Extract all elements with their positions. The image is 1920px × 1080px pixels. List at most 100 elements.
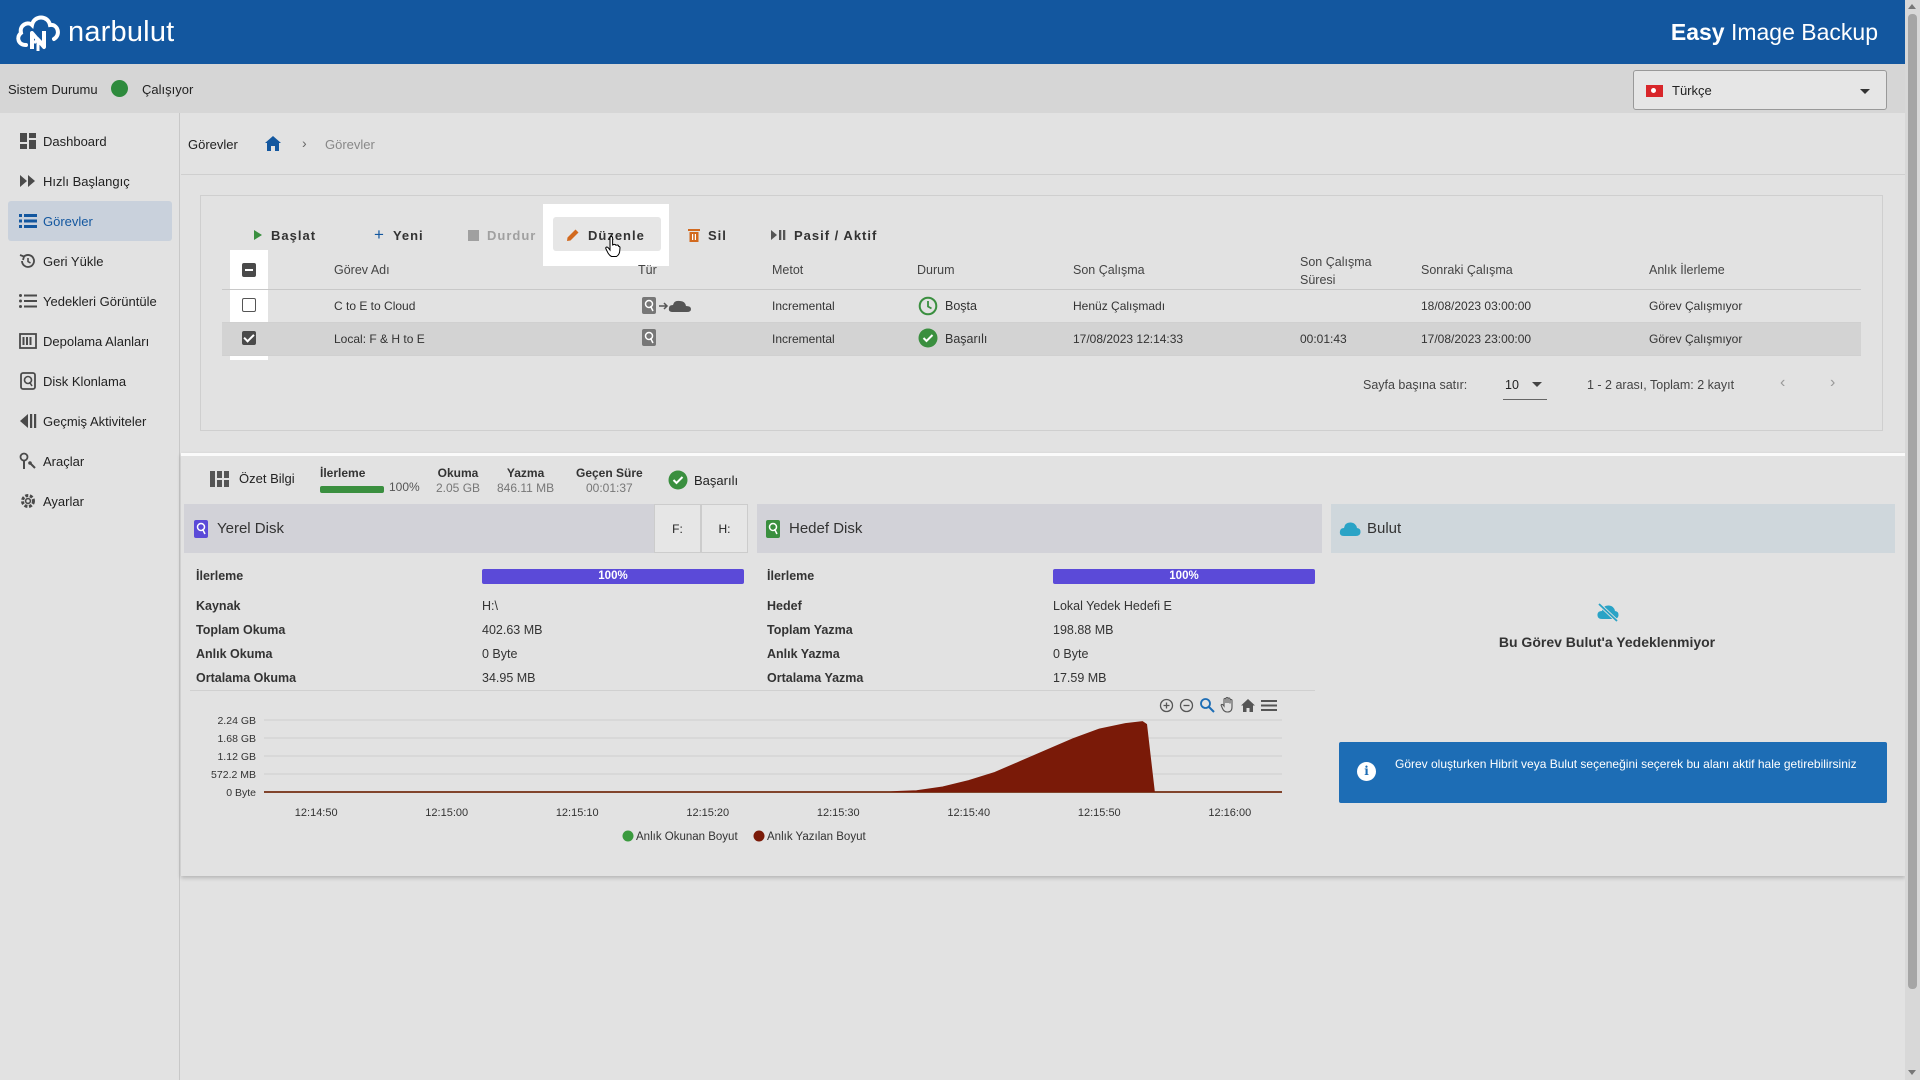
instant-read-label: Anlık Okuma — [196, 647, 273, 661]
row-checkbox[interactable] — [242, 298, 256, 312]
col-header-last-duration-line1[interactable]: Son Çalışma — [1300, 255, 1372, 269]
disk-to-cloud-type-icon — [641, 296, 695, 319]
sidebar-item-tools[interactable]: Araçlar — [8, 441, 172, 481]
info-icon: i — [1357, 762, 1376, 781]
scrollbar-thumb[interactable] — [1908, 14, 1917, 989]
prev-page-icon[interactable]: ‹ — [1780, 374, 1785, 392]
summary-read-label: Okuma — [437, 466, 479, 480]
delete-button-label: Sil — [708, 227, 727, 243]
summary-write: Yazma 846.11 MB — [497, 466, 554, 495]
chevron-down-icon[interactable] — [1532, 382, 1542, 387]
summary-read: Okuma 2.05 GB — [436, 466, 480, 495]
target-label: Hedef — [767, 599, 802, 613]
system-status-value: Çalışıyor — [142, 82, 194, 97]
cloud-not-backed-up-message: Bu Görev Bulut'a Yedeklenmiyor — [1498, 634, 1716, 650]
sidebar-item-storage[interactable]: Depolama Alanları — [8, 321, 172, 361]
rows-per-page-label: Sayfa başına satır: — [1363, 378, 1468, 392]
hand-cursor-icon — [605, 235, 621, 261]
read-write-chart: 2.24 GB 1.68 GB 1.12 GB 572.2 MB 0 Byte 12:14… — [211, 715, 1282, 843]
col-header-last-run[interactable]: Son Çalışma — [1073, 263, 1145, 277]
summary-elapsed-label: Geçen Süre — [576, 466, 643, 480]
start-button-label: Başlat — [271, 227, 317, 243]
task-status: Boşta — [945, 299, 977, 313]
col-header-status[interactable]: Durum — [917, 263, 955, 277]
y-tick-label: 1.12 GB — [217, 751, 256, 763]
next-page-icon[interactable]: › — [1830, 374, 1835, 392]
row-checkbox[interactable] — [242, 331, 256, 345]
x-tick-label: 12:14:50 — [295, 807, 338, 819]
sidebar-item-label: Disk Klonlama — [43, 373, 127, 389]
summary-elapsed: Geçen Süre 00:01:37 — [576, 466, 643, 495]
col-header-next-run[interactable]: Sonraki Çalışma — [1421, 263, 1513, 277]
page-scrollbar[interactable] — [1905, 0, 1920, 1080]
view-list-icon — [18, 291, 38, 311]
status-bar: Sistem Durumu Çalışıyor Türkçe — [0, 64, 1905, 113]
legend-label: Anlık Okunan Boyut — [636, 831, 738, 843]
drive-tab-h[interactable]: H: — [701, 504, 748, 553]
write-series-area — [264, 721, 1282, 793]
col-header-method[interactable]: Metot — [772, 263, 803, 277]
sidebar-item-view-backups[interactable]: Yedekleri Görüntüle — [8, 281, 172, 321]
sidebar-item-quick-start[interactable]: Hızlı Başlangıç — [8, 161, 172, 201]
task-last-duration: 00:01:43 — [1300, 332, 1347, 346]
sidebar-item-history[interactable]: Geçmiş Aktiviteler — [8, 401, 172, 441]
task-next-run: 18/08/2023 03:00:00 — [1421, 299, 1532, 313]
table-row[interactable] — [222, 323, 1861, 356]
narbulut-logo[interactable]: narbulut — [14, 8, 174, 56]
col-header-progress[interactable]: Anlık İlerleme — [1649, 263, 1725, 277]
sidebar-item-settings[interactable]: Ayarlar — [8, 481, 172, 521]
stop-button[interactable]: Durdur — [468, 222, 536, 248]
scroll-down-arrow-icon[interactable] — [1908, 1070, 1916, 1075]
sidebar-item-dashboard[interactable]: Dashboard — [8, 121, 172, 161]
app-title-bold: Easy — [1670, 19, 1725, 45]
target-progress-label: İlerleme — [767, 569, 815, 583]
sidebar-item-label: Yedekleri Görüntüle — [43, 293, 157, 309]
task-next-run: 17/08/2023 23:00:00 — [1421, 332, 1532, 346]
drive-tab-f[interactable]: F: — [654, 504, 701, 553]
play-pause-icon — [770, 229, 786, 241]
local-disk-type-icon — [641, 328, 657, 351]
total-write-value: 198.88 MB — [1053, 623, 1114, 637]
select-all-checkbox[interactable] — [242, 263, 256, 277]
instant-read-value: 0 Byte — [482, 647, 518, 661]
task-status: Başarılı — [945, 332, 988, 346]
rows-per-page-select[interactable]: 10 — [1505, 378, 1519, 392]
scroll-up-arrow-icon[interactable] — [1908, 4, 1916, 9]
settings-icon — [18, 491, 38, 511]
cloud-header: Bulut — [1331, 504, 1895, 553]
language-select[interactable]: Türkçe — [1633, 70, 1887, 110]
task-progress: Görev Çalışmıyor — [1649, 299, 1743, 313]
cloud-icon — [1339, 521, 1361, 537]
col-header-type[interactable]: Tür — [638, 263, 657, 277]
x-tick-label: 12:16:00 — [1208, 807, 1251, 819]
home-icon[interactable] — [264, 135, 282, 155]
target-disk-icon — [765, 519, 781, 539]
x-tick-label: 12:15:20 — [686, 807, 729, 819]
sidebar-item-restore[interactable]: Geri Yükle — [8, 241, 172, 281]
sidebar-item-disk-clone[interactable]: Disk Klonlama — [8, 361, 172, 401]
fast-forward-icon — [18, 171, 38, 191]
local-disk-icon — [193, 519, 209, 539]
summary-result: Başarılı — [668, 470, 738, 490]
trash-icon — [688, 228, 700, 242]
col-header-last-duration-line2[interactable]: Süresi — [1300, 273, 1335, 287]
disk-icon — [18, 371, 38, 391]
new-button[interactable]: + Yeni — [374, 222, 424, 248]
turkish-flag-icon — [1646, 85, 1663, 97]
task-name: C to E to Cloud — [334, 299, 416, 313]
start-button[interactable]: Başlat — [253, 222, 316, 248]
table-row[interactable] — [222, 290, 1861, 323]
summary-write-label: Yazma — [506, 466, 545, 480]
task-last-run: Henüz Çalışmadı — [1073, 299, 1166, 313]
language-selected-value: Türkçe — [1672, 83, 1712, 98]
delete-button[interactable]: Sil — [688, 222, 727, 248]
cloud-title: Bulut — [1367, 520, 1402, 537]
chevron-down-icon — [1860, 89, 1870, 94]
task-last-run: 17/08/2023 12:14:33 — [1073, 332, 1184, 346]
toggle-active-button[interactable]: Pasif / Aktif — [770, 222, 877, 248]
source-value: H:\ — [482, 599, 498, 613]
col-header-name[interactable]: Görev Adı — [334, 263, 390, 277]
chart-divider — [190, 690, 1315, 691]
sidebar-item-tasks[interactable]: Görevler — [8, 201, 172, 241]
x-tick-label: 12:15:10 — [556, 807, 599, 819]
